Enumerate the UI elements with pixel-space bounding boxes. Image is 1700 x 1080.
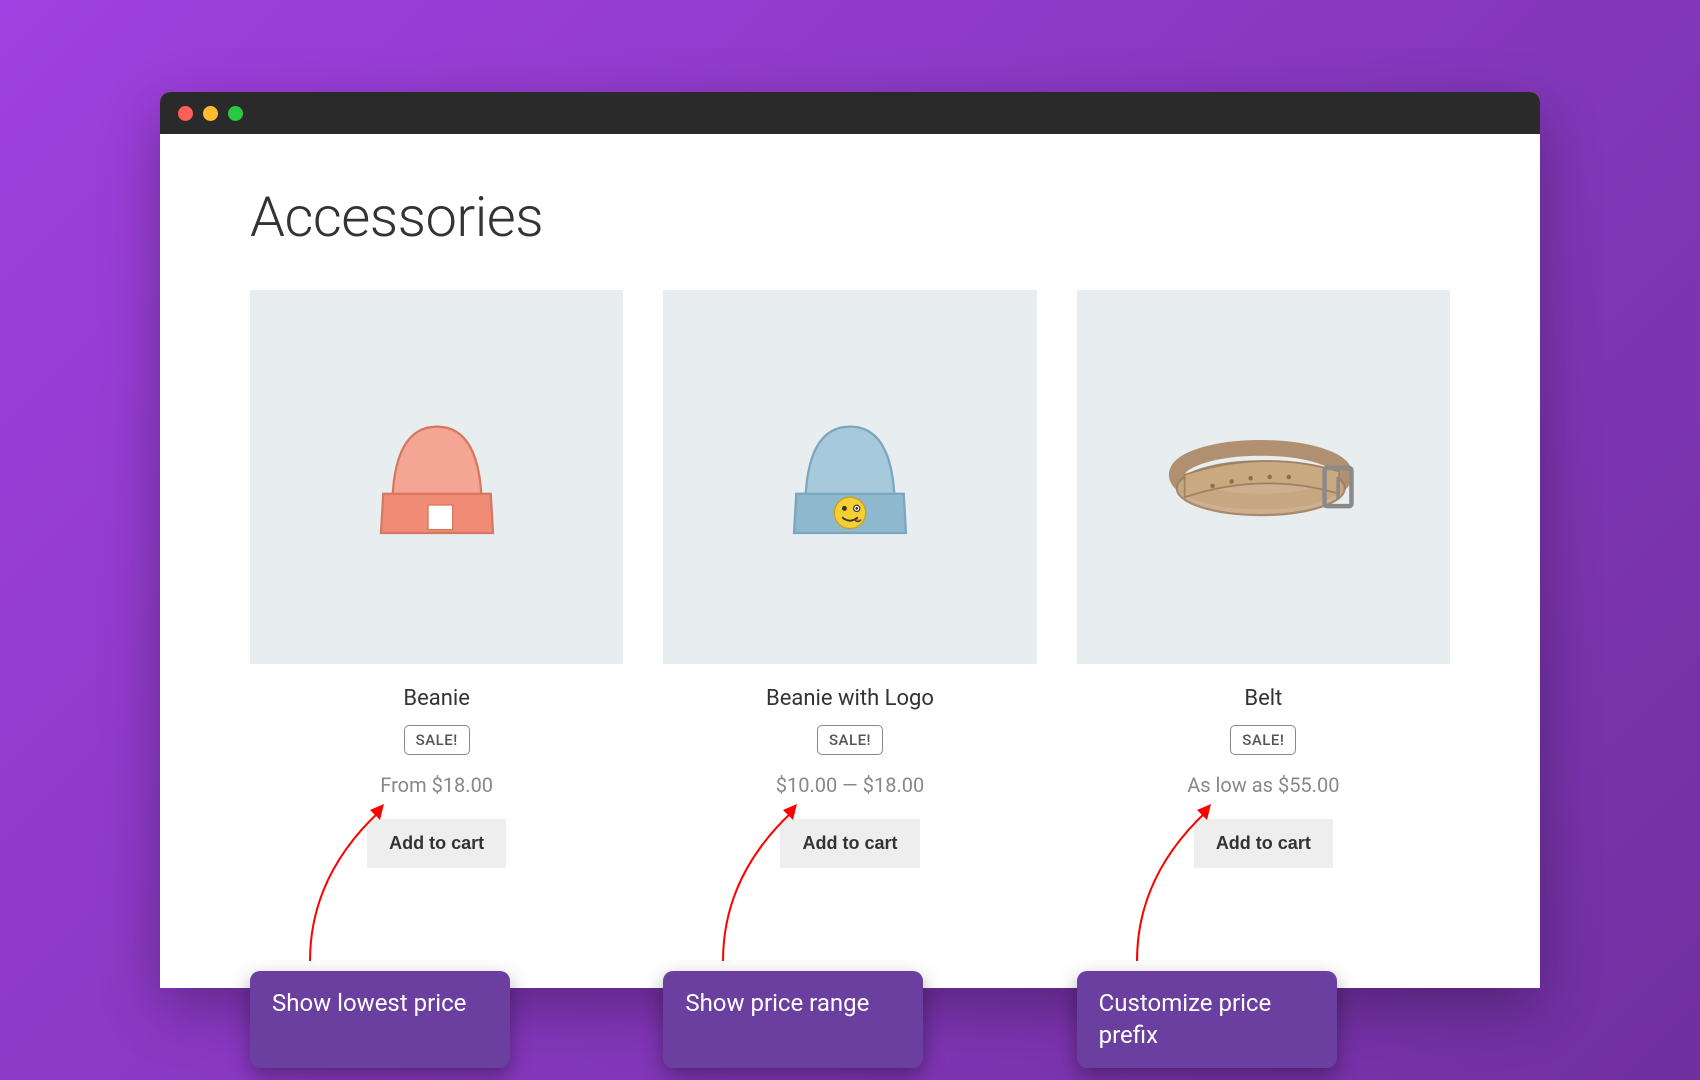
product-name: Beanie bbox=[403, 686, 470, 711]
product-card-beanie-logo[interactable]: Beanie with Logo SALE! $10.00 — $18.00 A… bbox=[663, 290, 1036, 867]
product-image bbox=[663, 290, 1036, 663]
product-price: $10.00 — $18.00 bbox=[776, 773, 925, 797]
sale-badge: SALE! bbox=[1230, 725, 1296, 755]
window-titlebar bbox=[160, 92, 1540, 134]
browser-window: Accessories Beanie SALE! From $18.00 Add… bbox=[160, 92, 1540, 987]
traffic-lights bbox=[178, 106, 243, 121]
product-price: From $18.00 bbox=[380, 773, 493, 797]
page-title: Accessories bbox=[250, 184, 1450, 250]
beanie-logo-icon bbox=[738, 365, 962, 589]
minimize-window-button[interactable] bbox=[203, 106, 218, 121]
add-to-cart-button[interactable]: Add to cart bbox=[780, 819, 919, 868]
add-to-cart-button[interactable]: Add to cart bbox=[367, 819, 506, 868]
sale-badge: SALE! bbox=[817, 725, 883, 755]
product-grid: Beanie SALE! From $18.00 Add to cart bbox=[250, 290, 1450, 867]
page-content: Accessories Beanie SALE! From $18.00 Add… bbox=[160, 134, 1540, 987]
product-image bbox=[1077, 290, 1450, 663]
product-card-belt[interactable]: Belt SALE! As low as $55.00 Add to cart bbox=[1077, 290, 1450, 867]
product-name: Beanie with Logo bbox=[766, 686, 934, 711]
product-name: Belt bbox=[1244, 686, 1282, 711]
close-window-button[interactable] bbox=[178, 106, 193, 121]
product-price: As low as $55.00 bbox=[1187, 773, 1339, 797]
maximize-window-button[interactable] bbox=[228, 106, 243, 121]
product-image bbox=[250, 290, 623, 663]
beanie-icon bbox=[325, 365, 549, 589]
product-card-beanie[interactable]: Beanie SALE! From $18.00 Add to cart bbox=[250, 290, 623, 867]
add-to-cart-button[interactable]: Add to cart bbox=[1194, 819, 1333, 868]
belt-icon bbox=[1151, 365, 1375, 589]
sale-badge: SALE! bbox=[404, 725, 470, 755]
